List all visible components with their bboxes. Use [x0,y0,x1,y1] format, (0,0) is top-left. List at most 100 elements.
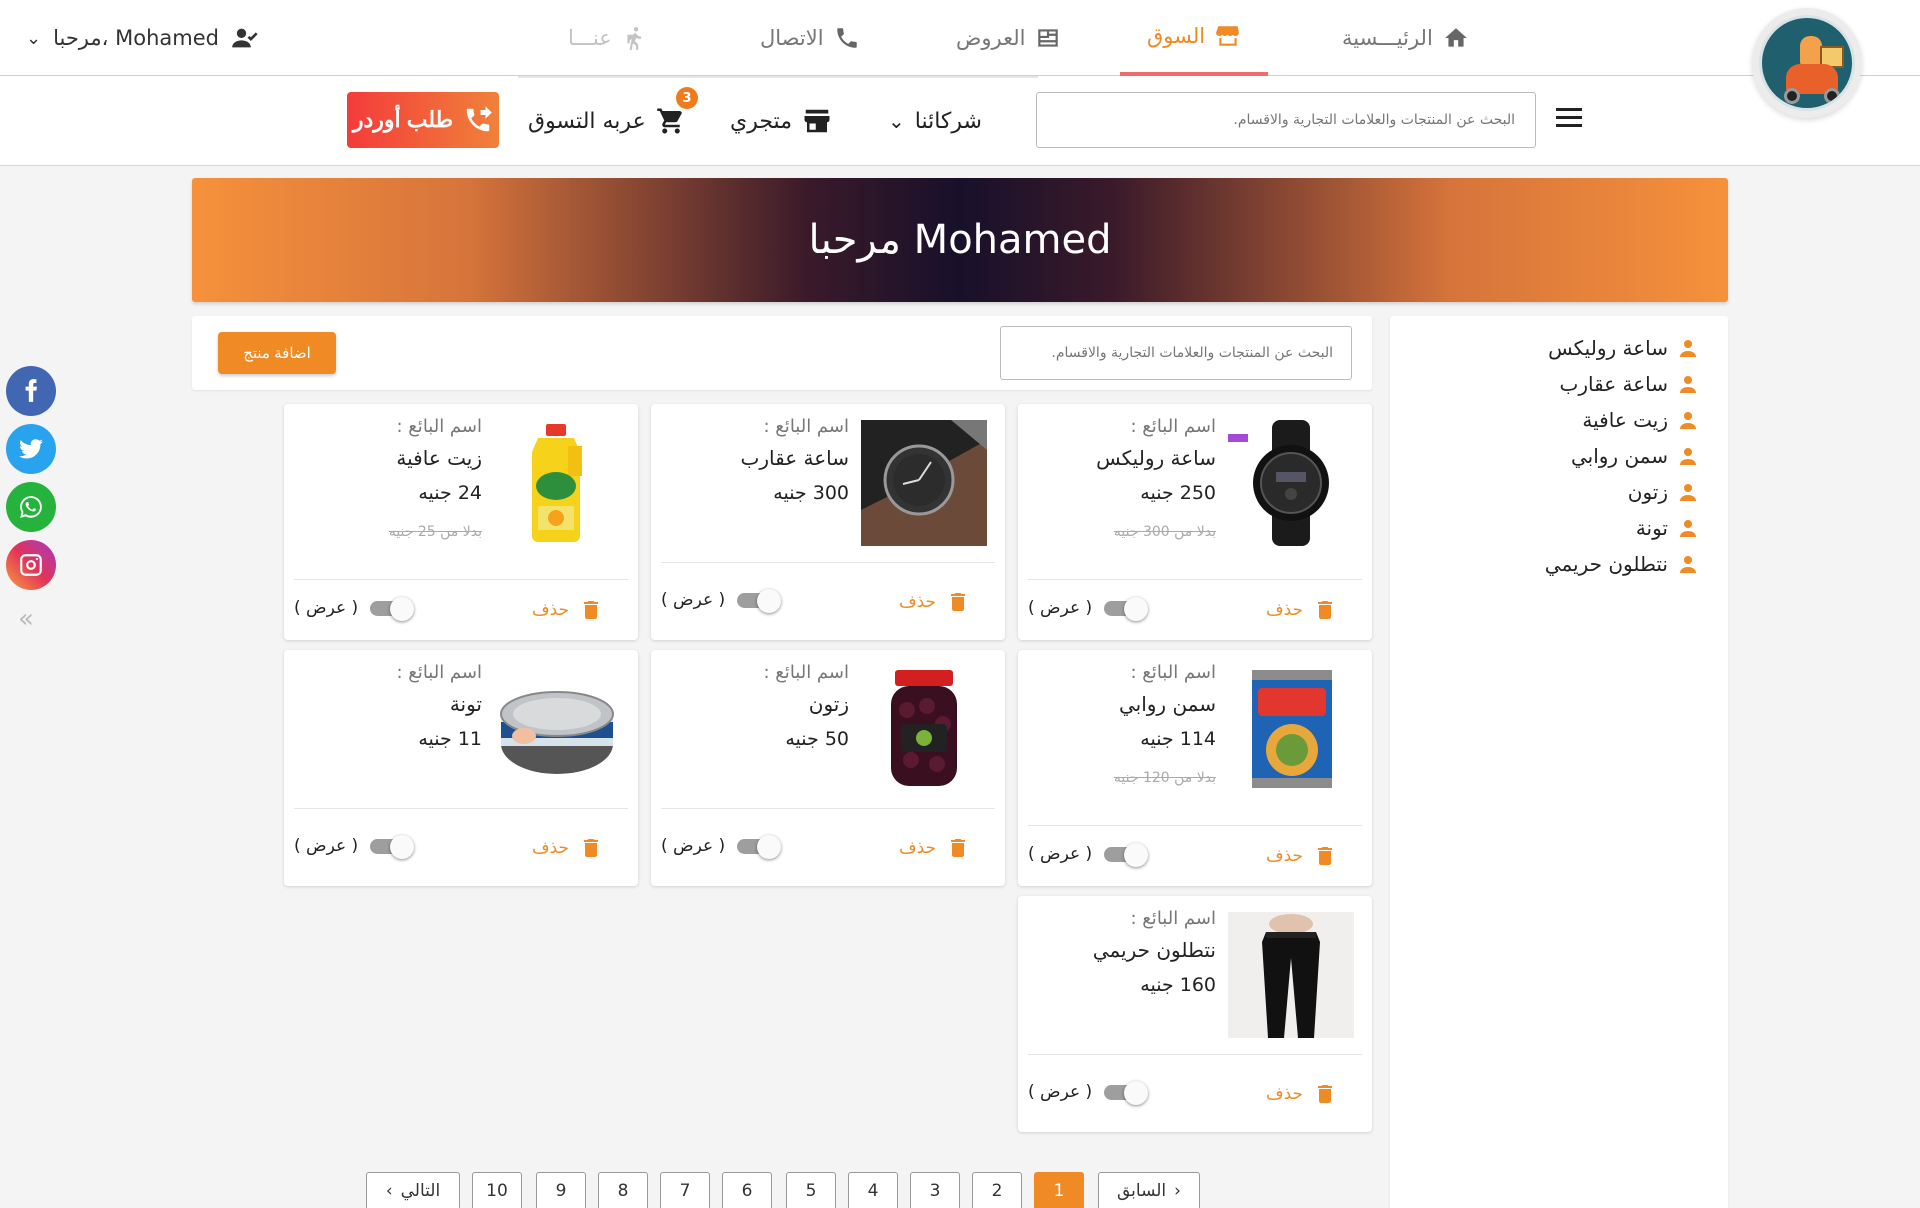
page-7[interactable]: 7 [660,1172,710,1208]
nav-about[interactable]: عنـــا [568,0,648,76]
show-label: ( عرض ) [1028,844,1093,864]
sidebar-item[interactable]: ساعة عقارب [1560,372,1701,396]
person-icon [1680,520,1696,537]
sidebar-item[interactable]: سمن روابي [1571,444,1700,468]
sidebar-item[interactable]: تونة [1636,516,1700,540]
product-old-price: بدلا من 120 جنيه [1113,770,1216,786]
nav-about-label: عنـــا [568,26,612,50]
secondary-bar: ⌄ شركائنا متجري عربه التسوق 3 طلب أوردر [0,76,1920,166]
product-image [1228,912,1354,1038]
page-5[interactable]: 5 [786,1172,836,1208]
visibility-toggle[interactable] [737,589,783,613]
visibility-toggle[interactable] [1104,1081,1150,1105]
newspaper-icon [1038,29,1059,47]
visibility-toggle-group: ( عرض ) [1028,1081,1150,1105]
partners-dropdown[interactable]: ⌄ شركائنا [888,76,982,166]
pagination-prev[interactable]: السابق › [1098,1172,1200,1208]
person-icon [1680,412,1696,429]
next-label: التالي [400,1181,441,1201]
add-product-button[interactable]: اضافة منتج [218,332,336,374]
product-image [1252,670,1332,788]
sidebar-item[interactable]: نتطلون حريمي [1545,552,1700,576]
product-card: اسم البائع : ساعة عقارب 300 جنيه حذف ( ع… [651,404,1005,640]
cart-icon [656,108,682,134]
page-2[interactable]: 2 [972,1172,1022,1208]
facebook-link[interactable] [6,366,56,416]
trash-icon [1318,847,1333,865]
chevron-down-icon[interactable]: ⌄ [26,28,41,49]
sidebar-item-label: زتون [1627,480,1668,504]
person-icon [1680,448,1696,465]
page-8[interactable]: 8 [598,1172,648,1208]
page-1[interactable]: 1 [1034,1172,1084,1208]
page-6[interactable]: 6 [722,1172,772,1208]
user-menu[interactable]: ⌄ مرحبا، Mohamed [26,0,259,76]
nav-market[interactable]: السوق [1120,0,1268,76]
product-card: اسم البائع : ساعة روليكس 250 جنيه بدلا م… [1018,404,1372,640]
chevron-right-icon: › [1174,1181,1181,1201]
delete-button[interactable]: حذف [532,836,603,860]
seller-label: اسم البائع : [396,662,482,683]
facebook-icon [25,379,37,402]
user-check-icon [232,28,258,48]
page-3[interactable]: 3 [910,1172,960,1208]
product-name: زيت عافية [396,446,482,470]
visibility-toggle[interactable] [1104,597,1150,621]
pagination-next[interactable]: ‹ التالي [366,1172,460,1208]
sidebar-item-label: ساعة عقارب [1559,372,1669,396]
show-label: ( عرض ) [294,598,359,618]
twitter-link[interactable] [6,424,56,474]
prev-label: السابق [1117,1181,1167,1201]
product-name: سمن روابي [1118,692,1216,716]
product-card: اسم البائع : سمن روابي 114 جنيه بدلا من … [1018,650,1372,886]
instagram-icon [20,554,42,576]
visibility-toggle-group: ( عرض ) [1028,843,1150,867]
delete-button[interactable]: حذف [1266,1082,1337,1106]
my-store-link[interactable]: متجري [730,76,832,166]
page-9[interactable]: 9 [536,1172,586,1208]
cart-link[interactable]: عربه التسوق [528,76,686,166]
visibility-toggle[interactable] [370,835,416,859]
visibility-toggle[interactable] [1104,843,1150,867]
delete-button[interactable]: حذف [532,598,603,622]
trash-icon [584,601,599,619]
delete-button[interactable]: حذف [899,590,970,614]
visibility-toggle[interactable] [737,835,783,859]
product-image [1228,420,1329,546]
delete-button[interactable]: حذف [1266,598,1337,622]
nav-offers[interactable]: العروض [956,0,1061,76]
whatsapp-link[interactable] [6,482,56,532]
product-card: اسم البائع : نتطلون حريمي 160 جنيه حذف (… [1018,896,1372,1132]
show-label: ( عرض ) [1028,598,1093,618]
delete-button[interactable]: حذف [1266,844,1337,868]
sidebar-item[interactable]: زتون [1628,480,1700,504]
nav-contact[interactable]: الاتصال [760,0,860,76]
site-logo[interactable] [1752,8,1862,118]
order-button[interactable]: طلب أوردر [347,92,499,148]
menu-icon[interactable] [1556,108,1582,130]
visibility-toggle[interactable] [370,597,416,621]
seller-label: اسم البائع : [1130,908,1216,929]
product-sidebar: ساعة روليكس ساعة عقارب زيت عافية سمن روا… [1390,316,1728,1208]
search-input[interactable] [1036,92,1536,148]
nav-home[interactable]: الرئيـــسية [1342,0,1469,76]
product-price: 160 جنيه [1140,974,1216,996]
page-10[interactable]: 10 [472,1172,522,1208]
sidebar-item[interactable]: ساعة روليكس [1548,336,1700,360]
product-price: 250 جنيه [1140,482,1216,504]
product-card: اسم البائع : زتون 50 جنيه حذف ( عرض ) [651,650,1005,886]
page-4[interactable]: 4 [848,1172,898,1208]
product-image [891,670,957,786]
divider [294,808,628,809]
delete-label: حذف [532,838,570,858]
nav-offers-label: العروض [956,26,1026,50]
delete-label: حذف [899,592,937,612]
sidebar-item[interactable]: زيت عافية [1582,408,1700,432]
collapse-social-icon[interactable]: « [18,604,34,634]
trash-icon [1318,1085,1333,1103]
instagram-link[interactable] [6,540,56,590]
divider [294,579,628,580]
delete-button[interactable]: حذف [899,836,970,860]
product-search-input[interactable] [1000,326,1352,380]
person-icon [1680,340,1696,357]
